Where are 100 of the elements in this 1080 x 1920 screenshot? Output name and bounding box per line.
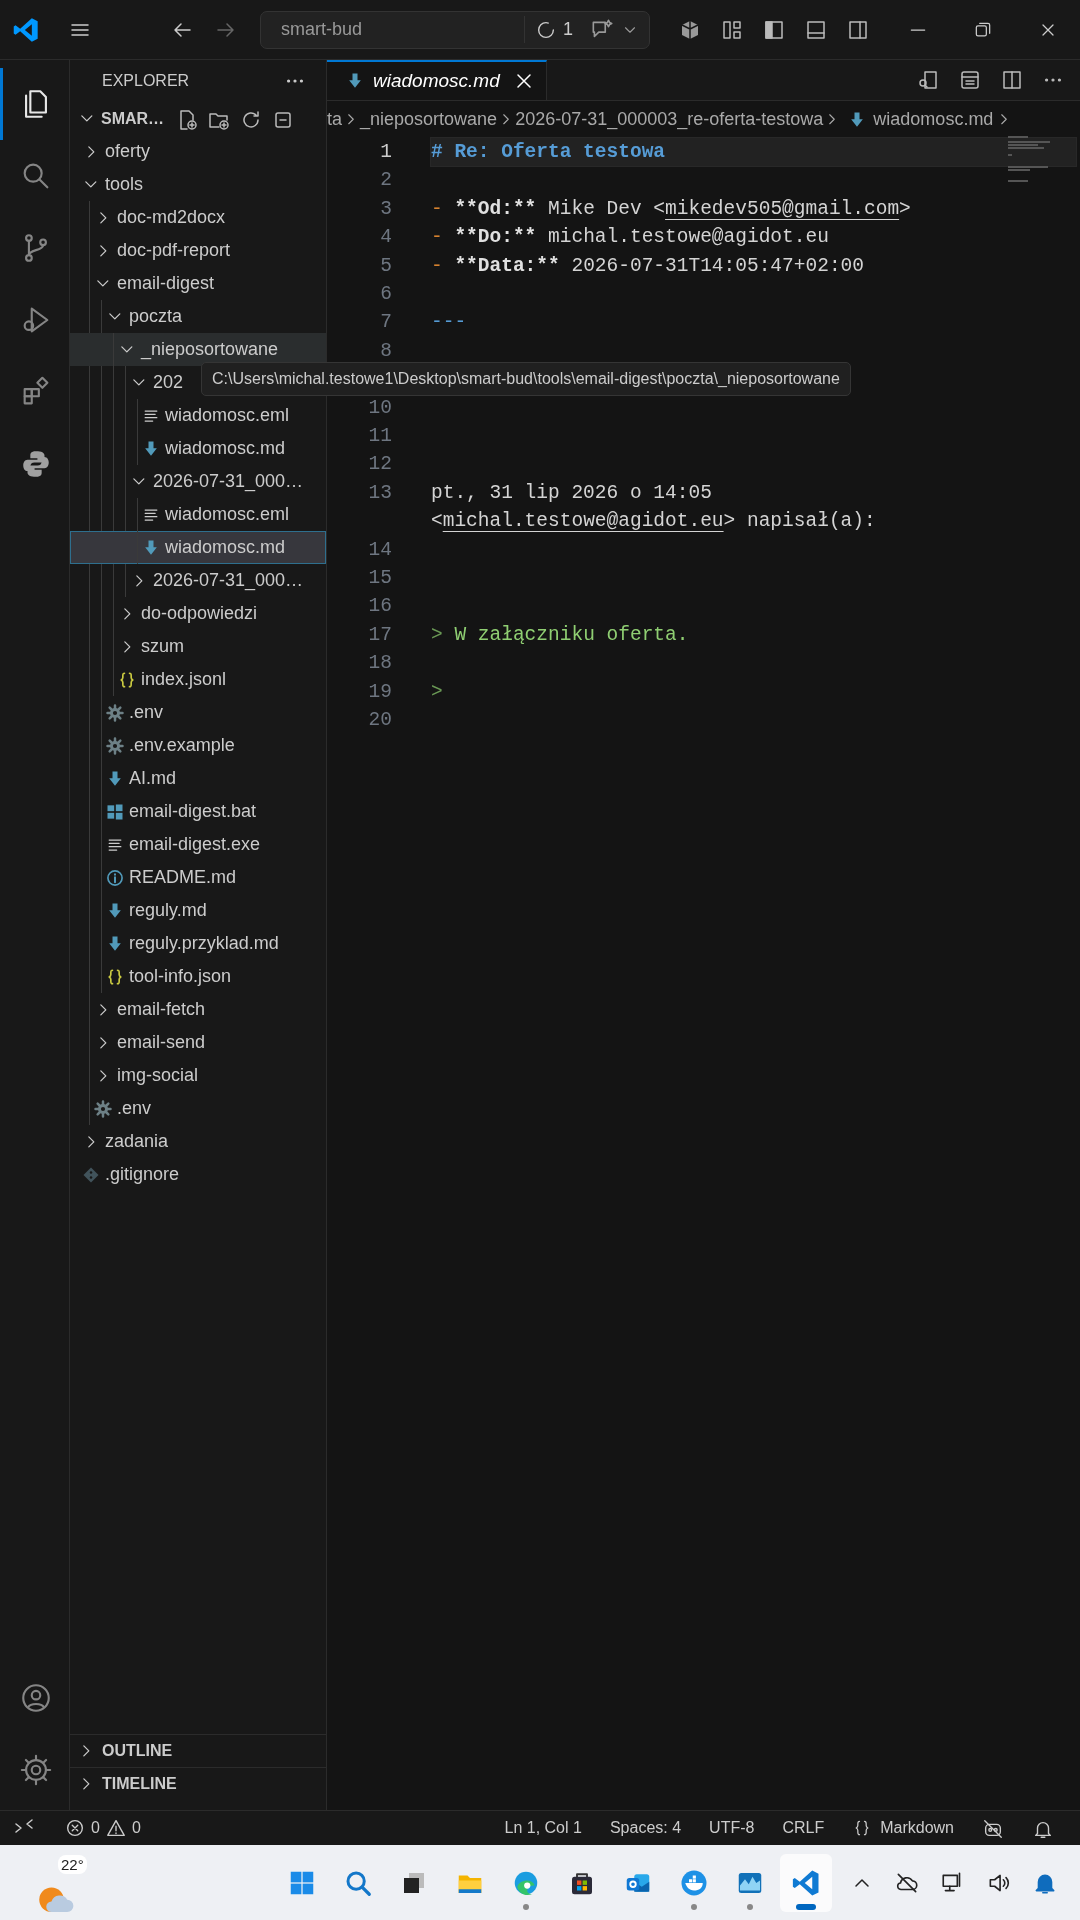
warning-icon [104,1817,127,1839]
line-number: 8 [379,338,392,364]
line-number: 16 [367,594,392,620]
line-number: 17 [367,622,392,648]
info-file-icon [105,867,125,888]
line-number: 1 [379,140,392,165]
folder-item[interactable]: zadania [70,1125,326,1158]
account-icon[interactable] [19,1681,53,1715]
line-number: 3 [379,196,392,222]
status-item[interactable]: CRLF [768,1816,839,1840]
chevron-right-icon [82,1745,90,1757]
line-number: 10 [367,395,392,421]
folder-item[interactable]: 2026-07-31_000… [70,465,326,498]
path-tooltip: C:\Users\michal.testowe1\Desktop\smart-bud\tools\email-digest\poczta\_nieposortowane [201,362,851,396]
chevron-right-icon [829,114,836,125]
line-number: 14 [367,537,392,563]
panel-section-header[interactable]: OUTLINE [70,1734,326,1767]
folder-item[interactable]: img-social [70,1059,326,1092]
running-indicator [747,1903,753,1910]
agent-count: 1 [563,18,573,41]
folder-item[interactable]: doc-pdf-report [70,234,326,267]
split-editor-icon[interactable] [1000,68,1024,92]
code-line: > W załączniku oferta. [431,622,690,648]
folder-item[interactable]: 2026-07-31_000… [70,564,326,597]
running-indicator [691,1903,697,1910]
file-item[interactable]: README.md [70,861,326,894]
folder-item[interactable]: doc-md2docx [70,201,326,234]
folder-item[interactable]: do-odpowiedzi [70,597,326,630]
settings-file-icon [93,1098,113,1119]
code-line: --- [431,310,468,336]
open-preview-icon[interactable] [916,68,940,92]
file-item[interactable]: tool-info.json [70,960,326,993]
status-item[interactable]: Spaces: 4 [595,1816,696,1840]
folder-item[interactable]: oferty [70,135,326,168]
file-item[interactable]: wiadomosc.eml [70,399,326,432]
file-item[interactable]: .env [70,1092,326,1125]
line-number: 7 [379,310,392,336]
temperature: 22° [58,1855,87,1874]
code-line: > [431,679,444,705]
file-item[interactable]: reguly.md [70,894,326,927]
status-item[interactable]: UTF-8 [695,1816,769,1840]
folder-item[interactable]: email-send [70,1026,326,1059]
line-number: 2 [379,168,392,194]
file-item[interactable]: .gitignore [70,1158,326,1191]
settings-file-icon [105,735,125,756]
running-indicator [796,1903,816,1910]
line-number: 20 [367,708,392,734]
code-line: - **Od:** Mike Dev <mikedev505@gmail.com> [431,196,912,222]
line-number: 12 [367,452,392,478]
status-item[interactable]: Ln 1, Col 1 [490,1816,596,1840]
file-item[interactable]: reguly.przyklad.md [70,927,326,960]
line-number: 5 [379,253,392,279]
chevron-right-icon [348,114,354,125]
folder-item[interactable]: _nieposortowane [70,333,326,366]
chevron-right-icon [503,114,510,125]
layout-panel-icon[interactable] [958,68,982,92]
file-item[interactable]: email-digest.bat [70,795,326,828]
code-line: pt., 31 lip 2026 o 14:05 <michal.testowe@agidot.eu> napisał(a): [431,480,877,535]
line-number: 13 [367,480,392,506]
file-item[interactable]: .env.example [70,729,326,762]
file-item[interactable]: wiadomosc.md [70,432,326,465]
breadcrumb-item[interactable]: ta [327,106,342,133]
email-link[interactable]: mikedev505@gmail.com [665,197,900,220]
chevron-right-icon [1001,114,1008,125]
line-number: 4 [379,225,392,251]
running-indicator [523,1903,529,1910]
folder-item[interactable]: tools [70,168,326,201]
file-item[interactable]: email-digest.exe [70,828,326,861]
settings-icon[interactable] [19,1753,53,1787]
language-mode[interactable]: Markdown [880,1816,954,1840]
line-number: 11 [367,424,392,450]
line-number: 15 [367,566,392,592]
warning-count[interactable]: 0 [131,1816,141,1840]
breadcrumb-item[interactable]: 2026-07-31_000003_re-oferta-testowa [515,106,824,133]
email-link[interactable]: michal.testowe@agidot.eu [442,510,724,533]
chevron-right-icon [82,1778,90,1790]
breadcrumb-item[interactable]: _nieposortowane [360,106,498,133]
line-number: 19 [367,679,392,705]
search-field[interactable]: smart-bud 1 [260,10,650,49]
line-number: 6 [379,282,392,308]
file-item[interactable]: wiadomosc.eml [70,498,326,531]
breadcrumb-item[interactable]: wiadomosc.md [873,106,994,133]
chevron-down-icon [81,115,93,122]
folder-item[interactable]: email-digest [70,267,326,300]
error-count[interactable]: 0 [91,1816,100,1840]
file-item[interactable]: .env [70,696,326,729]
file-item[interactable]: wiadomosc.md [70,531,326,564]
file-item[interactable]: index.jsonl [70,663,326,696]
workspace-root[interactable]: SMAR… [70,102,326,135]
panel-section-header[interactable]: TIMELINE [70,1767,326,1800]
file-item[interactable]: AI.md [70,762,326,795]
line-number: 18 [367,651,392,677]
settings-file-icon [105,702,125,723]
folder-item[interactable]: szum [70,630,326,663]
editor-tab[interactable]: wiadomosc.md [327,60,547,100]
folder-item[interactable]: email-fetch [70,993,326,1026]
folder-item[interactable]: poczta [70,300,326,333]
error-icon [64,1817,86,1839]
sidebar-title: EXPLORER [102,71,190,91]
copilot-off-icon[interactable] [982,1817,1004,1840]
